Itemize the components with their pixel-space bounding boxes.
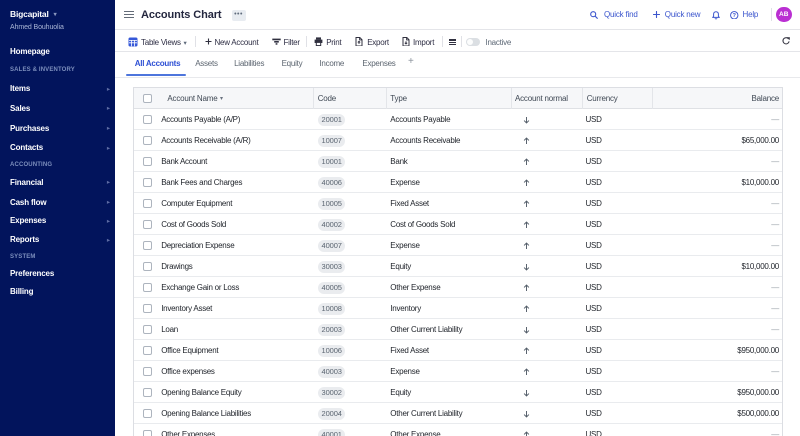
svg-text:?: ? [733, 13, 737, 19]
